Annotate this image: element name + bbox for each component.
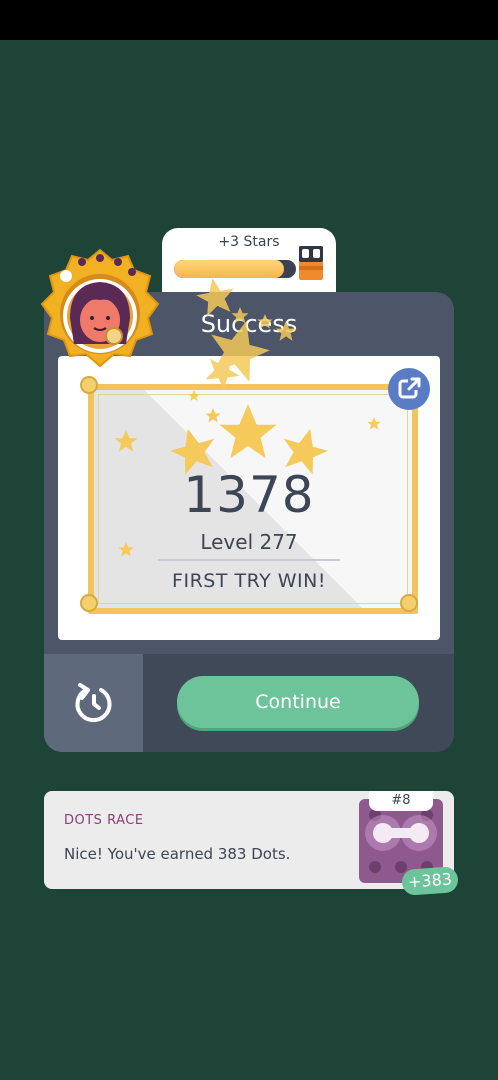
replay-button[interactable] — [44, 654, 143, 752]
level-label: Level 277 — [200, 530, 298, 554]
score-divider — [158, 559, 340, 561]
share-icon — [398, 377, 421, 399]
replay-icon — [75, 683, 112, 723]
dots-earned-badge: +383 — [401, 866, 459, 896]
stars-progress-bar — [174, 260, 296, 278]
score-panel: 1378 Level 277 FIRST TRY WIN! — [58, 356, 440, 640]
dots-race-message: Nice! You've earned 383 Dots. — [64, 845, 291, 863]
frame-corner-knob — [80, 376, 98, 394]
first-try-label: FIRST TRY WIN! — [172, 570, 326, 592]
dots-race-title: DOTS RACE — [64, 813, 144, 828]
frame-corner-knob — [400, 594, 418, 612]
stars-progress-fill — [174, 260, 284, 278]
stars-reward-tab: +3 Stars — [162, 228, 336, 298]
continue-button[interactable]: Continue — [177, 676, 419, 728]
avatar-badge-icon — [40, 248, 160, 368]
treasure-chest-icon — [299, 246, 323, 280]
dots-race-rank: #8 — [369, 791, 433, 811]
frame-corner-knob — [80, 594, 98, 612]
score-value: 1378 — [183, 466, 315, 524]
status-bar — [0, 0, 498, 40]
dots-race-card: DOTS RACE Nice! You've earned 383 Dots. … — [44, 791, 459, 896]
card-footer: Continue — [143, 654, 454, 752]
share-button[interactable] — [388, 368, 430, 410]
